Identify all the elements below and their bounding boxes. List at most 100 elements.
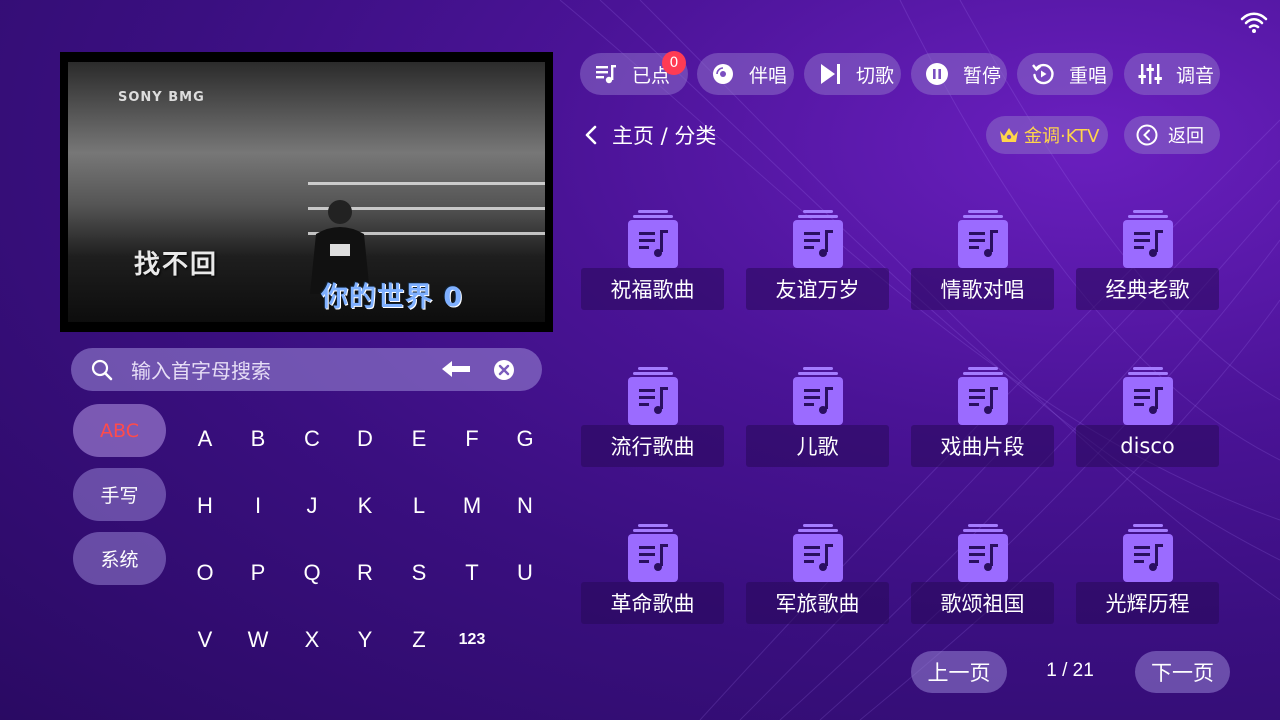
tuning-button[interactable]: 调音 [1124,53,1220,95]
music-folder-icon [793,524,843,582]
category-label: disco [1076,425,1219,467]
pause-label: 暂停 [963,64,1002,87]
key-v[interactable]: V [185,620,225,660]
key-l[interactable]: L [399,486,439,526]
playlist-icon [596,65,616,84]
vip-ktv-label: 金调·KTV [1024,126,1100,147]
key-m[interactable]: M [452,486,492,526]
key-s[interactable]: S [399,553,439,593]
ring-rope [308,182,545,185]
key-h[interactable]: H [185,486,225,526]
music-folder-icon [628,367,678,425]
key-u[interactable]: U [505,553,545,593]
key-p[interactable]: P [238,553,278,593]
video-logo: SONY BMG [118,90,205,105]
category-label: 军旅歌曲 [746,582,889,624]
key-a[interactable]: A [185,419,225,459]
back-label: 返回 [1168,126,1204,147]
mode-system-button[interactable]: 系统 [73,532,166,585]
music-folder-icon [793,210,843,268]
key-f[interactable]: F [452,419,492,459]
category-tile[interactable]: 革命歌曲 [581,524,724,624]
category-tile[interactable]: disco [1076,367,1219,467]
category-label: 流行歌曲 [581,425,724,467]
backspace-arrow-icon[interactable] [440,359,472,379]
pause-button[interactable]: 暂停 [911,53,1007,95]
mode-abc-button[interactable]: ABC [73,404,166,457]
key-j[interactable]: J [292,486,332,526]
category-tile[interactable]: 戏曲片段 [911,367,1054,467]
disc-icon [713,64,733,84]
skip-icon [821,64,840,84]
video-preview[interactable]: SONY BMG 找不回 你的世界 0 [60,52,553,332]
key-q[interactable]: Q [292,553,332,593]
breadcrumb-text: 主页 / 分类 [612,124,717,148]
replay-button[interactable]: 重唱 [1017,53,1113,95]
key-y[interactable]: Y [345,620,385,660]
key-i[interactable]: I [238,486,278,526]
clear-icon[interactable] [493,359,515,381]
replay-label: 重唱 [1069,64,1108,87]
category-label: 友谊万岁 [746,268,889,310]
key-t[interactable]: T [452,553,492,593]
search-icon [91,359,113,381]
back-icon [1136,124,1158,146]
queued-songs-button[interactable]: 已点 0 [580,51,688,95]
category-label: 情歌对唱 [911,268,1054,310]
vip-ktv-button[interactable]: 金调·KTV [986,116,1108,154]
queued-count-badge: 0 [662,51,686,75]
back-button[interactable]: 返回 [1124,116,1220,154]
chevron-left-icon [585,125,597,145]
replay-icon [1032,63,1054,85]
key-o[interactable]: O [185,553,225,593]
category-tile[interactable]: 经典老歌 [1076,210,1219,310]
category-tile[interactable]: 情歌对唱 [911,210,1054,310]
crown-icon [1000,128,1018,142]
page-indicator: 1 / 21 [1046,660,1094,681]
search-input[interactable] [129,355,433,387]
key-c[interactable]: C [292,419,332,459]
equalizer-icon [1138,64,1162,84]
key-w[interactable]: W [238,620,278,660]
key-k[interactable]: K [345,486,385,526]
accompaniment-button[interactable]: 伴唱 [697,53,794,95]
music-folder-icon [1123,210,1173,268]
prev-page-button[interactable]: 上一页 [911,651,1007,693]
category-tile[interactable]: 光辉历程 [1076,524,1219,624]
category-tile[interactable]: 流行歌曲 [581,367,724,467]
wifi-icon [1240,12,1268,33]
accompaniment-label: 伴唱 [749,64,788,87]
category-label: 经典老歌 [1076,268,1219,310]
category-label: 戏曲片段 [911,425,1054,467]
key-g[interactable]: G [505,419,545,459]
pause-icon [926,63,948,85]
tuning-label: 调音 [1176,64,1215,87]
key-d[interactable]: D [345,419,385,459]
category-label: 祝福歌曲 [581,268,724,310]
key-z[interactable]: Z [399,620,439,660]
key-e[interactable]: E [399,419,439,459]
music-folder-icon [628,210,678,268]
category-tile[interactable]: 儿歌 [746,367,889,467]
category-label: 革命歌曲 [581,582,724,624]
category-tile[interactable]: 歌颂祖国 [911,524,1054,624]
next-page-button[interactable]: 下一页 [1135,651,1230,693]
mode-handwriting-button[interactable]: 手写 [73,468,166,521]
lyric-right: 你的世界 0 [321,282,464,313]
category-tile[interactable]: 祝福歌曲 [581,210,724,310]
music-folder-icon [1123,367,1173,425]
music-folder-icon [958,210,1008,268]
category-label: 歌颂祖国 [911,582,1054,624]
lyric-left: 找不回 [134,250,219,280]
category-tile[interactable]: 军旅歌曲 [746,524,889,624]
category-label: 光辉历程 [1076,582,1219,624]
breadcrumb[interactable]: 主页 / 分类 [582,120,716,150]
key-r[interactable]: R [345,553,385,593]
key-n[interactable]: N [505,486,545,526]
skip-song-button[interactable]: 切歌 [804,53,901,95]
key-b[interactable]: B [238,419,278,459]
category-label: 儿歌 [746,425,889,467]
key-x[interactable]: X [292,620,332,660]
key-123[interactable]: 123 [452,620,492,660]
category-tile[interactable]: 友谊万岁 [746,210,889,310]
